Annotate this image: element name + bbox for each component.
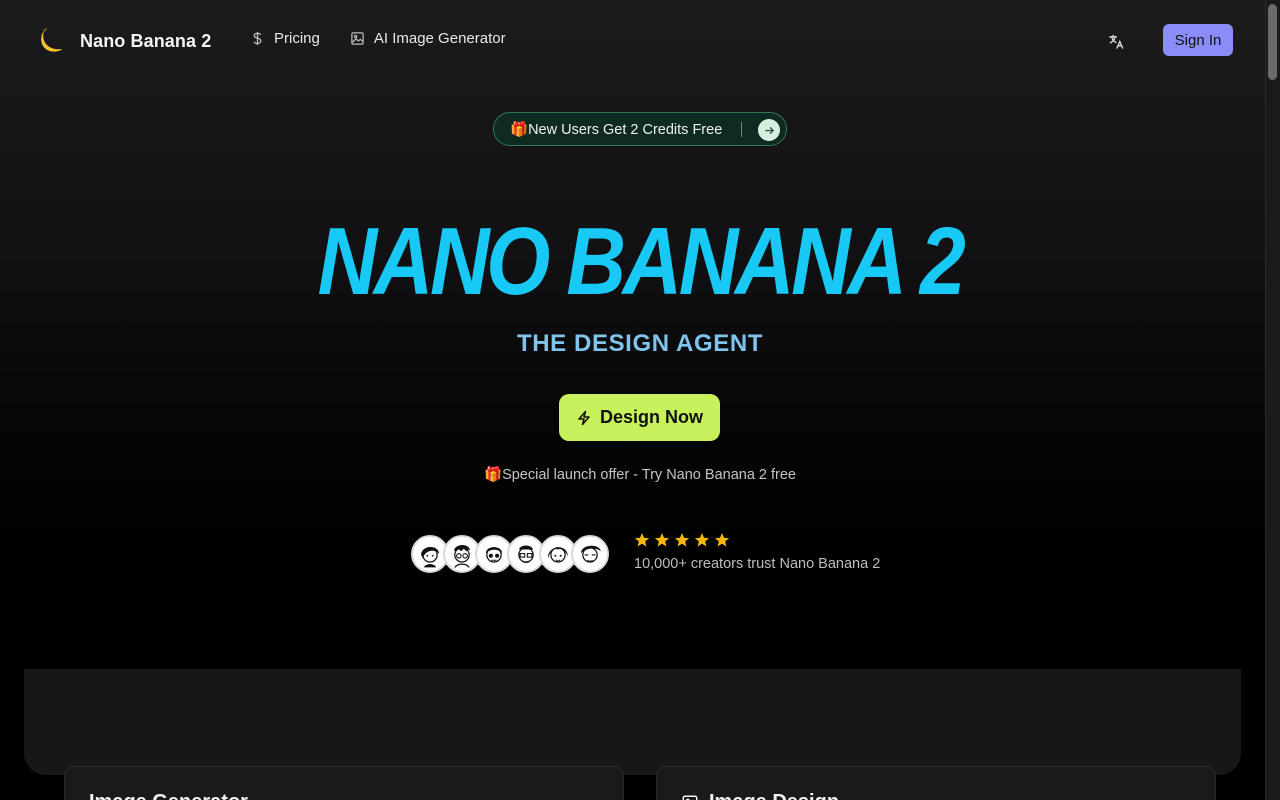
hero-subtitle: THE DESIGN AGENT <box>516 330 764 357</box>
trust-text: 10,000+ creators trust Nano Banana 2 <box>634 556 881 572</box>
promo-label: New Users Get 2 Credits Free <box>528 121 723 138</box>
image-generator-title: Image Generator <box>89 791 248 800</box>
card-title: Image Design <box>681 791 839 800</box>
card-title: Image Generator <box>89 791 248 800</box>
dollar-icon <box>253 31 262 46</box>
language-switcher[interactable] <box>1105 30 1127 52</box>
avatar <box>571 535 609 573</box>
banana-logo-icon <box>41 28 62 52</box>
launch-offer-text: Special launch offer - Try Nano Banana 2… <box>502 467 796 483</box>
star-icon <box>715 533 729 547</box>
launch-offer: 🎁Special launch offer - Try Nano Banana … <box>0 466 1280 483</box>
creator-avatars <box>411 535 611 573</box>
image-icon <box>682 795 698 800</box>
page: Nano Banana 2 Pricing AI Image Generator <box>0 0 1280 800</box>
star-icon <box>655 533 669 547</box>
design-now-label: Design Now <box>599 407 703 427</box>
main-nav: Pricing AI Image Generator <box>250 30 506 47</box>
nav-pricing[interactable]: Pricing <box>250 30 320 47</box>
image-icon <box>351 32 364 45</box>
rating-stars <box>634 532 730 548</box>
sign-in-button[interactable]: Sign In <box>1163 24 1233 56</box>
brand-logo-link[interactable]: Nano Banana 2 <box>38 27 211 55</box>
promo-text: 🎁New Users Get 2 Credits Free <box>510 121 722 138</box>
hero-title: NANO BANANA 2 <box>317 208 966 315</box>
star-icon <box>695 533 709 547</box>
promo-banner[interactable]: 🎁New Users Get 2 Credits Free <box>493 112 787 146</box>
image-design-card[interactable]: Image Design <box>656 766 1216 800</box>
lightning-icon <box>578 410 590 425</box>
brand-name: Nano Banana 2 <box>80 30 212 51</box>
translate-icon <box>1108 34 1123 49</box>
promo-divider <box>741 122 742 137</box>
feature-panel <box>24 669 1241 775</box>
design-now-button[interactable]: Design Now <box>559 394 720 441</box>
star-icon <box>635 533 649 547</box>
nav-ai-image-generator[interactable]: AI Image Generator <box>350 30 506 47</box>
gift-icon: 🎁 <box>510 121 529 138</box>
nav-ai-image-generator-label: AI Image Generator <box>373 30 506 47</box>
arrow-right-icon <box>758 119 780 141</box>
image-design-title: Image Design <box>709 791 839 800</box>
top-nav: Nano Banana 2 Pricing AI Image Generator <box>0 0 1265 80</box>
image-generator-card[interactable]: Image Generator <box>64 766 624 800</box>
gift-icon: 🎁 <box>484 467 503 483</box>
nav-pricing-label: Pricing <box>274 30 320 47</box>
scrollbar-thumb[interactable] <box>1268 4 1277 80</box>
page-scrollbar[interactable] <box>1265 0 1280 800</box>
star-icon <box>675 533 689 547</box>
